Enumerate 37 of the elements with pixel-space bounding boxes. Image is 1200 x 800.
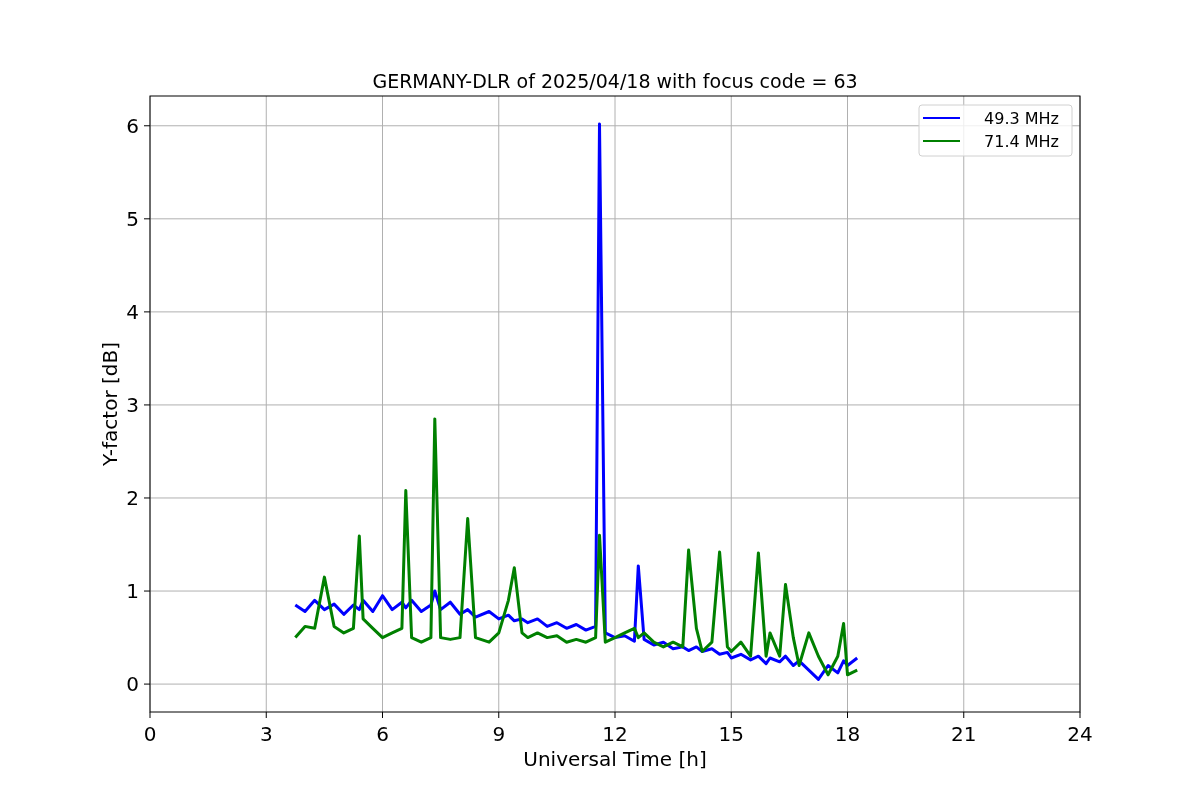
legend-label: 49.3 MHz <box>984 109 1059 128</box>
x-tick-label: 3 <box>259 722 273 746</box>
x-tick-label: 21 <box>951 722 977 746</box>
tick-mark <box>143 311 151 313</box>
y-tick-label: 3 <box>126 392 139 417</box>
x-tick-label: 24 <box>1067 722 1093 746</box>
y-tick-label: 6 <box>126 113 139 138</box>
tick-mark <box>265 711 267 719</box>
tick-mark <box>143 683 151 685</box>
tick-mark <box>614 711 616 719</box>
x-axis-label: Universal Time [h] <box>523 747 707 771</box>
tick-mark <box>143 497 151 499</box>
y-axis-label: Y-factor [dB] <box>98 342 122 466</box>
y-tick-label: 5 <box>126 206 139 231</box>
chart-title: GERMANY-DLR of 2025/04/18 with focus code = 63 <box>372 70 858 92</box>
x-tick-label: 6 <box>376 722 389 746</box>
y-tick-label: 1 <box>126 579 139 604</box>
tick-mark <box>143 218 151 220</box>
x-tick-label: 0 <box>143 722 157 746</box>
tick-mark <box>498 711 500 719</box>
x-tick-label: 9 <box>492 722 506 746</box>
tick-mark <box>963 711 965 719</box>
legend-label: 71.4 MHz <box>984 132 1059 151</box>
tick-mark <box>143 125 151 127</box>
x-tick-label: 18 <box>834 722 861 746</box>
x-tick-label: 15 <box>718 722 744 746</box>
tick-mark <box>1079 711 1081 719</box>
tick-mark <box>382 711 383 719</box>
y-tick-label: 2 <box>126 486 139 510</box>
tick-mark <box>730 711 732 719</box>
tick-mark <box>149 711 151 719</box>
tick-mark <box>143 590 151 592</box>
tick-mark <box>847 711 848 719</box>
y-tick-label: 4 <box>126 299 139 324</box>
y-tick-label: 0 <box>126 672 139 697</box>
tick-mark <box>143 404 151 406</box>
x-tick-label: 12 <box>602 722 628 746</box>
